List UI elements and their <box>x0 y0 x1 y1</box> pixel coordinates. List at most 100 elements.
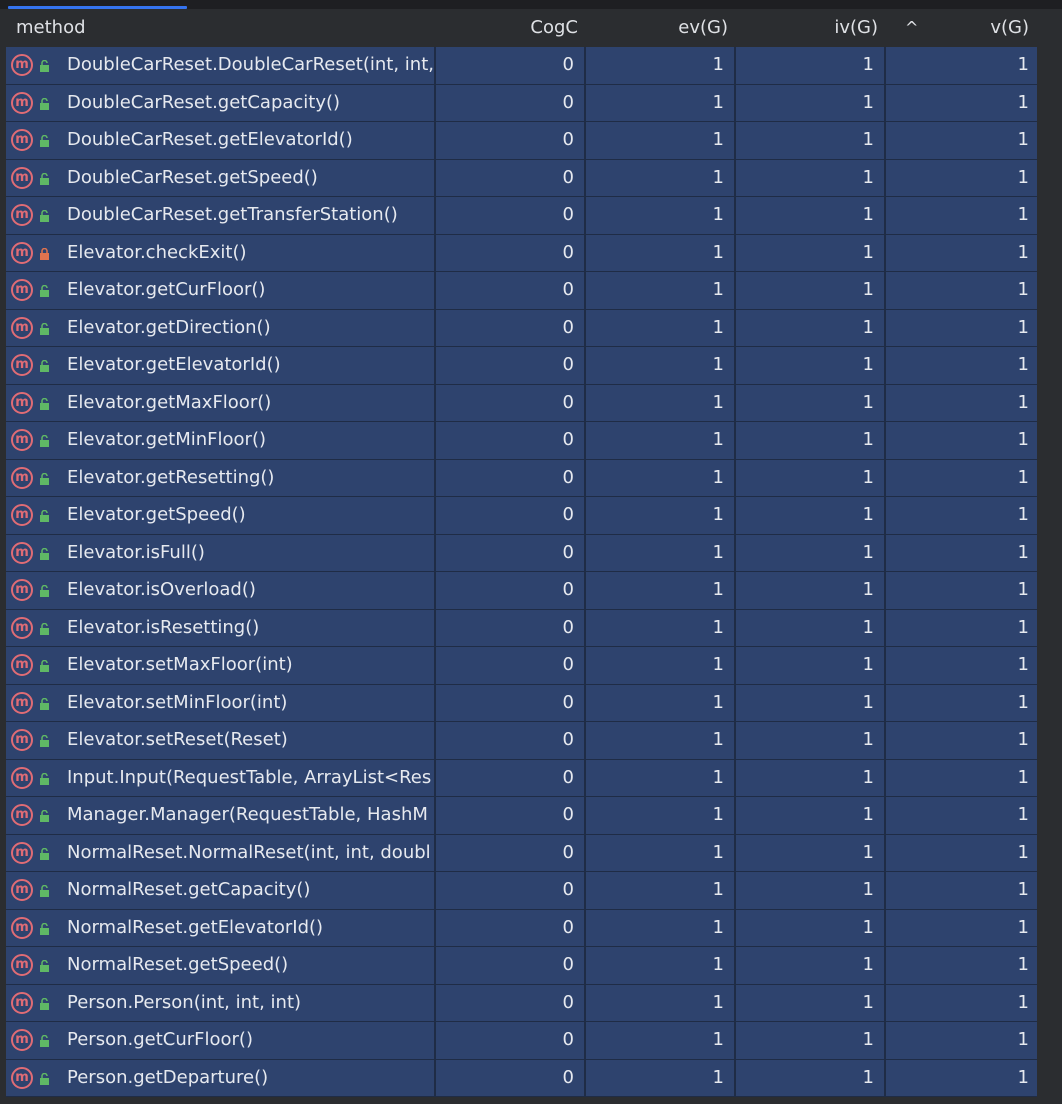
method-name: Elevator.isFull() <box>67 541 205 563</box>
table-row[interactable]: m DoubleCarReset.getSpeed() 0 1 1 1 <box>6 159 1037 197</box>
v-cell: 1 <box>1017 879 1029 900</box>
v-cell: 1 <box>1017 541 1029 563</box>
method-cell: m Person.Person(int, int, int) <box>6 984 436 1021</box>
table-row[interactable]: m Elevator.getMaxFloor() 0 1 1 1 <box>6 384 1037 422</box>
table-row[interactable]: m Elevator.setMinFloor(int) 0 1 1 1 <box>6 684 1037 722</box>
public-unlock-icon <box>40 60 49 72</box>
ev-cell: 1 <box>586 984 736 1021</box>
iv-cell: 1 <box>736 647 886 684</box>
method-icon: m <box>11 241 33 264</box>
method-icon: m <box>11 91 33 114</box>
method-icon: m <box>11 916 33 939</box>
cogc-cell: 0 <box>436 909 586 946</box>
public-unlock-icon <box>40 435 49 447</box>
table-row[interactable]: m NormalReset.getSpeed() 0 1 1 1 <box>6 947 1037 985</box>
table-row[interactable]: m Person.getCurFloor() 0 1 1 1 <box>6 1022 1037 1060</box>
v-cell: 1 <box>1017 1066 1029 1088</box>
method-cell: m Elevator.isResetting() <box>6 609 436 646</box>
table-row[interactable]: m Elevator.getDirection() 0 1 1 1 <box>6 309 1037 347</box>
table-row[interactable]: m Manager.Manager(RequestTable, HashM 0 1 1 1 <box>6 797 1037 835</box>
table-row[interactable]: m Elevator.isFull() 0 1 1 1 <box>6 534 1037 572</box>
method-name: Elevator.setReset(Reset) <box>67 729 288 750</box>
cogc-cell: 0 <box>436 422 586 459</box>
table-row[interactable]: m DoubleCarReset.getElevatorId() 0 1 1 1 <box>6 122 1037 160</box>
table-row[interactable]: m Elevator.getSpeed() 0 1 1 1 <box>6 497 1037 535</box>
table-row[interactable]: m Person.getDeparture() 0 1 1 1 <box>6 1059 1037 1097</box>
method-name: Elevator.getElevatorId() <box>67 354 281 375</box>
iv-cell: 1 <box>736 834 886 871</box>
iv-cell: 1 <box>736 609 886 646</box>
table-row[interactable]: m Elevator.getCurFloor() 0 1 1 1 <box>6 272 1037 310</box>
method-name: Person.getDeparture() <box>67 1066 269 1088</box>
table-row[interactable]: m Elevator.getResetting() 0 1 1 1 <box>6 459 1037 497</box>
iv-cell: 1 <box>736 272 886 309</box>
sort-ascending-icon[interactable]: ^ <box>905 9 918 47</box>
column-header-ev[interactable]: ev(G) <box>586 9 736 47</box>
iv-cell: 1 <box>736 909 886 946</box>
table-row[interactable]: m NormalReset.getElevatorId() 0 1 1 1 <box>6 909 1037 947</box>
cogc-cell: 0 <box>436 384 586 421</box>
ev-cell: 1 <box>586 459 736 496</box>
v-cell: 1 <box>1017 504 1029 525</box>
ev-cell: 1 <box>586 609 736 646</box>
v-cell: 1 <box>1017 279 1029 300</box>
table-row[interactable]: m NormalReset.getCapacity() 0 1 1 1 <box>6 872 1037 910</box>
cogc-cell: 0 <box>436 572 586 609</box>
method-icon: m <box>11 354 33 376</box>
method-name: NormalReset.NormalReset(int, int, doubl <box>67 841 431 863</box>
table-row[interactable]: m Elevator.isOverload() 0 1 1 1 <box>6 572 1037 610</box>
iv-cell: 1 <box>736 684 886 721</box>
method-cell: m Elevator.getResetting() <box>6 459 436 496</box>
table-row[interactable]: m Elevator.getElevatorId() 0 1 1 1 <box>6 347 1037 385</box>
cogc-cell: 0 <box>436 1022 586 1059</box>
method-name: NormalReset.getElevatorId() <box>67 916 324 938</box>
table-row[interactable]: m DoubleCarReset.getCapacity() 0 1 1 1 <box>6 84 1037 122</box>
public-unlock-icon <box>40 285 49 297</box>
table-row[interactable]: m DoubleCarReset.getTransferStation() 0 1 1 1 <box>6 197 1037 235</box>
column-header-method[interactable]: method <box>6 9 436 47</box>
iv-cell: 1 <box>736 797 886 834</box>
iv-cell: 1 <box>736 47 886 84</box>
table-row[interactable]: m Elevator.setReset(Reset) 0 1 1 1 <box>6 722 1037 760</box>
public-unlock-icon <box>40 660 49 672</box>
ev-cell: 1 <box>586 497 736 534</box>
iv-cell: 1 <box>736 159 886 196</box>
column-header-v[interactable]: ^ v(G) <box>886 9 1037 47</box>
method-name: Elevator.getResetting() <box>67 466 275 488</box>
method-cell: m Elevator.setReset(Reset) <box>6 722 436 759</box>
cogc-cell: 0 <box>436 159 586 196</box>
table-row[interactable]: m Elevator.isResetting() 0 1 1 1 <box>6 609 1037 647</box>
iv-cell: 1 <box>736 722 886 759</box>
iv-cell: 1 <box>736 947 886 984</box>
method-cell: m Elevator.getCurFloor() <box>6 272 436 309</box>
table-row[interactable]: m DoubleCarReset.DoubleCarReset(int, int,… <box>6 47 1037 85</box>
v-cell: 1 <box>1017 429 1029 450</box>
column-header-iv[interactable]: iv(G) <box>736 9 886 47</box>
table-row[interactable]: m Person.Person(int, int, int) 0 1 1 1 <box>6 984 1037 1022</box>
method-icon: m <box>11 541 33 564</box>
ev-cell: 1 <box>586 309 736 346</box>
cogc-cell: 0 <box>436 647 586 684</box>
table-row[interactable]: m Elevator.getMinFloor() 0 1 1 1 <box>6 422 1037 460</box>
cogc-cell: 0 <box>436 797 586 834</box>
method-cell: m Elevator.getMaxFloor() <box>6 384 436 421</box>
v-cell: 1 <box>1017 841 1029 863</box>
ev-cell: 1 <box>586 534 736 571</box>
ev-cell: 1 <box>586 234 736 271</box>
table-body: m DoubleCarReset.DoubleCarReset(int, int,… <box>6 47 1037 1097</box>
ev-cell: 1 <box>586 47 736 84</box>
method-icon: m <box>11 804 33 826</box>
method-name: DoubleCarReset.getSpeed() <box>67 166 318 188</box>
table-row[interactable]: m Input.Input(RequestTable, ArrayList<Res… <box>6 759 1037 797</box>
method-cell: m Elevator.isFull() <box>6 534 436 571</box>
table-row[interactable]: m Elevator.checkExit() 0 1 1 1 <box>6 234 1037 272</box>
method-icon: m <box>11 391 33 414</box>
column-header-cogc[interactable]: CogC <box>436 9 586 47</box>
table-row[interactable]: m Elevator.setMaxFloor(int) 0 1 1 1 <box>6 647 1037 685</box>
method-icon: m <box>11 616 33 639</box>
table-row[interactable]: m NormalReset.NormalReset(int, int, doubl… <box>6 834 1037 872</box>
v-cell: 1 <box>1017 54 1029 75</box>
method-icon: m <box>11 654 33 676</box>
cogc-cell: 0 <box>436 684 586 721</box>
ev-cell: 1 <box>586 647 736 684</box>
